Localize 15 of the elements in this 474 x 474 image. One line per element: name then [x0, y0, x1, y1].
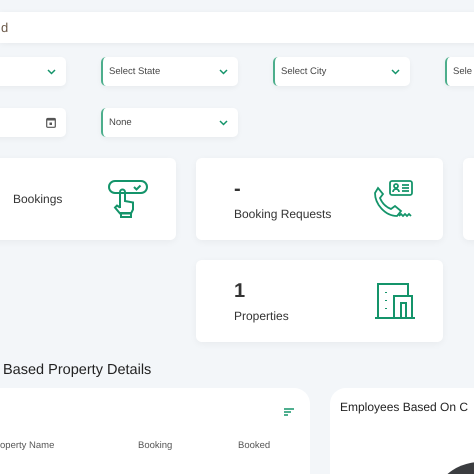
select-field[interactable]: None [101, 108, 238, 137]
stat-label: Bookings [13, 192, 62, 206]
select-field[interactable]: Select State [101, 57, 238, 86]
stat-label: Properties [234, 308, 289, 322]
select-field[interactable]: Select City [273, 57, 410, 86]
stat-label: Booking Requests [234, 206, 332, 220]
stat-value: 1 [234, 280, 246, 302]
chart-title: Employees Based On C [340, 400, 470, 414]
header-text: d [1, 20, 8, 35]
select-field[interactable]: Sele [445, 57, 474, 86]
column-header: operty Name [0, 440, 56, 451]
column-header: Booked [238, 440, 270, 451]
section-title: Based Property Details [3, 362, 152, 378]
column-header: Booking [138, 440, 174, 451]
stat-value: - [234, 178, 242, 200]
